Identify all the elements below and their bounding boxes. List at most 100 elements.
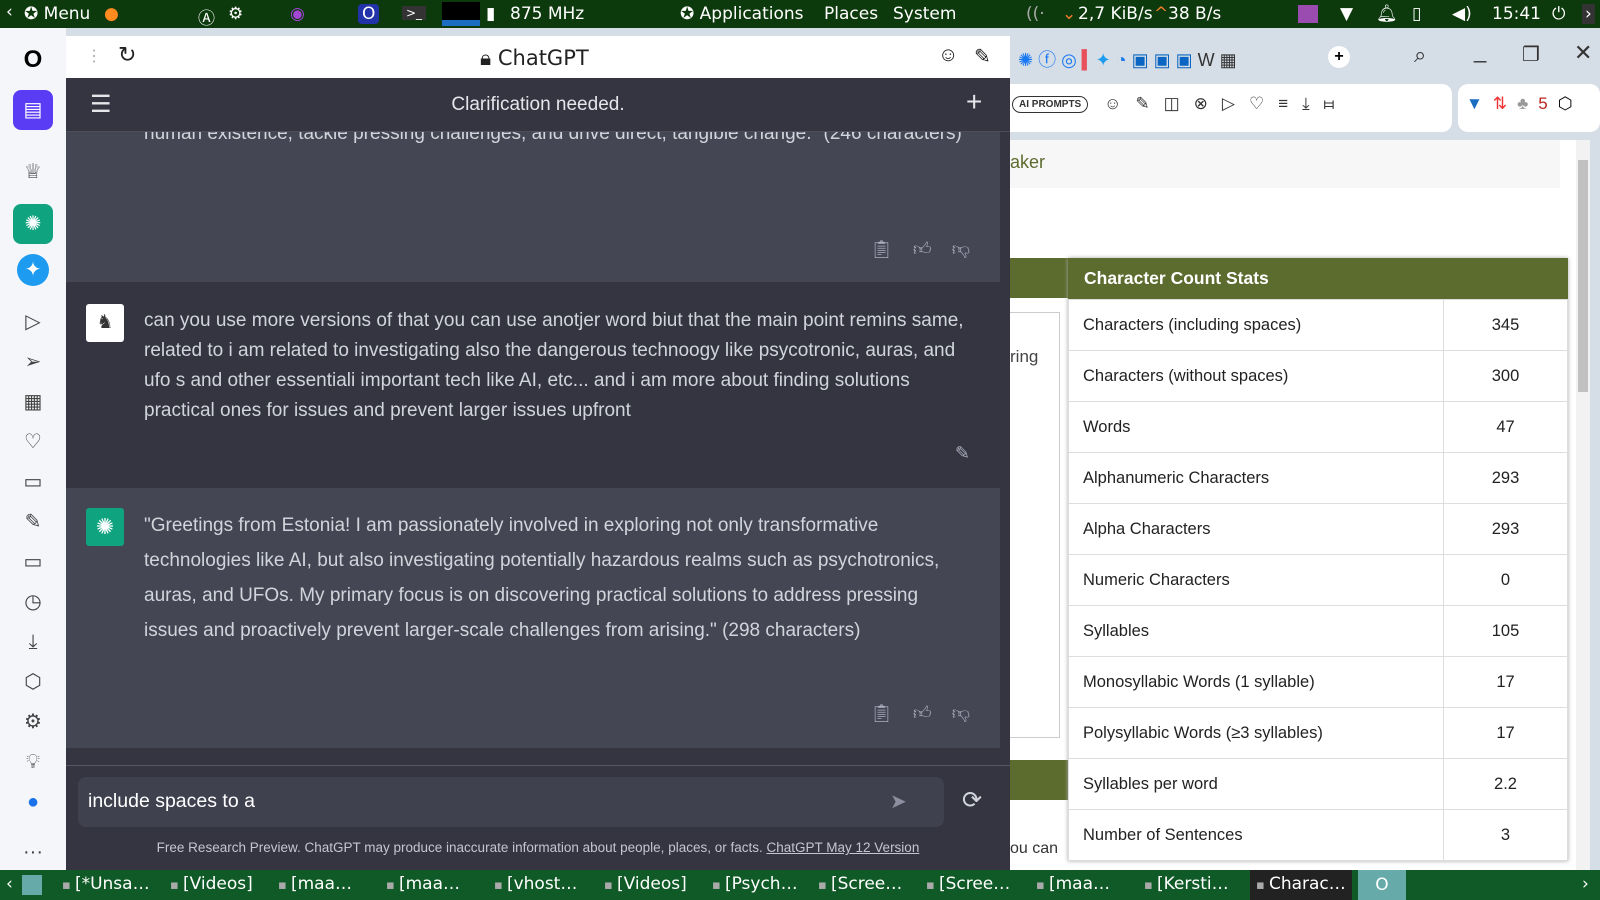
audio-recorder-icon[interactable] — [1298, 5, 1318, 23]
terminal-icon[interactable]: >_ — [402, 6, 427, 20]
speed-dial-icons[interactable]: ✺ ⓕ ◎ ▍✦ ◔ ▣ ▣ ▣ W ▦ — [1018, 46, 1237, 72]
drag-handle-icon[interactable]: ⋮ — [86, 46, 102, 66]
net-down-speed: 2,7 KiB/s — [1078, 4, 1153, 24]
text-input-area[interactable]: ring — [1010, 312, 1060, 738]
search-tabs-icon[interactable]: ⌕ — [1414, 42, 1426, 68]
taskbar-item[interactable]: ▪ [Scree… — [926, 874, 1010, 894]
thumbs-down-icon[interactable]: 👎︎ — [952, 696, 970, 731]
extension-icons[interactable]: ☺✎◫⊗▷♡≡⤓⧦ — [1104, 94, 1348, 114]
lightbulb-icon[interactable]: 💡︎ — [17, 746, 49, 778]
cube-icon[interactable]: ⬡ — [17, 666, 49, 698]
copy-icon[interactable]: 📋︎ — [870, 234, 893, 264]
firefox-icon[interactable]: ● — [104, 4, 119, 24]
page-scrollbar[interactable] — [1576, 140, 1590, 870]
menu-button[interactable]: ✪ Menu — [24, 4, 90, 24]
power-icon[interactable]: ⏻ — [1552, 4, 1565, 24]
chat-bubble-icon[interactable]: ● — [17, 786, 49, 818]
add-tab-button[interactable]: + — [1328, 46, 1350, 68]
tabs-icon[interactable]: ▭ — [17, 546, 49, 578]
twitter-icon[interactable]: ✦ — [17, 254, 49, 286]
apps-icon[interactable]: ▦ — [17, 386, 49, 418]
heart-icon[interactable]: ♡ — [17, 426, 49, 458]
version-link[interactable]: ChatGPT May 12 Version — [767, 840, 920, 855]
taskbar-item-label: [Psych… — [724, 874, 798, 894]
tab-title: ChatGPT — [497, 46, 589, 70]
accessibility-icon[interactable]: Ⓐ — [198, 4, 215, 29]
pin-icon[interactable]: ✎ — [974, 44, 991, 69]
history-icon[interactable]: ◷ — [17, 586, 49, 618]
stat-label: Alphanumeric Characters — [1068, 452, 1444, 504]
taskbar-item[interactable]: ▪ [*Unsa… — [62, 874, 150, 894]
more-icon[interactable]: ··· — [17, 836, 49, 868]
taskbar-item[interactable]: ▪ [maa… — [386, 874, 460, 894]
taskbar-item[interactable]: ▪ Charac… — [1250, 870, 1352, 900]
edit-icon[interactable]: ✎ — [17, 506, 49, 538]
wifi-signal-icon: ((· — [1026, 4, 1045, 24]
app-icon: ▪ — [386, 878, 399, 893]
reload-icon[interactable]: ↻ — [118, 42, 136, 68]
regenerate-icon[interactable]: ⟳ — [962, 786, 982, 815]
stats-row: Polysyllabic Words (≥3 syllables) 17 — [1068, 707, 1568, 759]
taskbar-item[interactable]: ▪ [maa… — [1036, 874, 1110, 894]
opera-logo-icon[interactable]: O — [17, 44, 49, 76]
opera-icon[interactable]: O — [358, 4, 380, 24]
edit-message-icon[interactable]: ✎ — [955, 438, 970, 468]
thumbs-down-icon[interactable]: 👎︎ — [952, 234, 970, 264]
places-menu[interactable]: Places — [824, 4, 878, 24]
copy-icon[interactable]: 📋︎ — [870, 696, 893, 731]
pinned-extension-icons[interactable]: ▼⇅♣5⬡ — [1466, 94, 1583, 114]
taskbar-item[interactable]: ▪ [Kersti… — [1144, 874, 1229, 894]
taskbar-item[interactable]: ▪ [Videos] — [604, 874, 687, 894]
extensions-bar: AI PROMPTS ☺✎◫⊗▷♡≡⤓⧦ — [1010, 84, 1452, 132]
wifi-icon[interactable]: ▼ — [1340, 4, 1353, 24]
downloads-icon[interactable]: ⤓ — [17, 626, 49, 658]
send-icon[interactable]: ➤ — [890, 789, 907, 814]
battery-icon[interactable]: ▯ — [1412, 4, 1421, 24]
thumbs-up-icon[interactable]: 👍︎ — [913, 696, 932, 731]
restore-button[interactable]: ❐ — [1522, 42, 1540, 67]
news-icon[interactable]: ▭ — [17, 466, 49, 498]
volume-icon[interactable]: ◀) — [1452, 4, 1472, 24]
taskbar-item[interactable]: ▪ [Psych… — [712, 874, 798, 894]
opera-taskbar-button[interactable]: O — [1358, 870, 1406, 900]
send-icon[interactable]: ➢ — [17, 346, 49, 378]
tor-icon[interactable]: ◉ — [290, 4, 305, 24]
settings-icon[interactable]: ⚙ — [17, 706, 49, 738]
close-window-button[interactable]: ✕ — [1574, 40, 1592, 66]
ai-prompts-button[interactable]: AI PROMPTS — [1012, 96, 1089, 113]
clock[interactable]: 15:41 — [1492, 4, 1541, 24]
reader-icon[interactable]: ▤ — [13, 90, 53, 130]
user-avatar: ♞ — [86, 304, 124, 342]
taskbar-right-arrow[interactable]: › — [1582, 874, 1589, 894]
emoji-icon[interactable]: ☺ — [938, 44, 958, 67]
stats-row: Syllables per word 2.2 — [1068, 758, 1568, 810]
download-arrow-icon: ⌄ — [1062, 4, 1077, 24]
stat-value: 47 — [1443, 401, 1568, 453]
thumbs-up-icon[interactable]: 👍︎ — [913, 234, 932, 264]
taskbar-item-label: Charac… — [1268, 874, 1346, 894]
show-desktop-button[interactable] — [22, 875, 42, 895]
gears-icon[interactable]: ⚙ — [228, 4, 243, 24]
minimize-button[interactable]: _ — [1474, 38, 1486, 64]
crown-icon[interactable]: ♕ — [17, 156, 49, 188]
scrollbar-thumb[interactable] — [1578, 160, 1588, 392]
chatgpt-icon[interactable]: ✺ — [13, 204, 53, 244]
applications-menu[interactable]: ✪ Applications — [680, 4, 804, 24]
taskbar-item[interactable]: ▪ [Scree… — [818, 874, 902, 894]
stats-panel: Character Count Stats Characters (includ… — [1068, 258, 1568, 861]
new-chat-button[interactable]: + — [966, 86, 982, 118]
notifications-icon[interactable]: 🔔︎ — [1376, 4, 1398, 24]
input-text[interactable]: include spaces to a — [88, 790, 255, 813]
system-menu[interactable]: System — [893, 4, 956, 24]
taskbar-item[interactable]: ▪ [vhost… — [494, 874, 577, 894]
taskbar-item[interactable]: ▪ [maa… — [278, 874, 352, 894]
stats-row: Monosyllabic Words (1 syllable) 17 — [1068, 656, 1568, 708]
message-input[interactable]: include spaces to a ➤ — [78, 777, 944, 827]
disclaimer-text: Free Research Preview. ChatGPT may produ… — [156, 840, 763, 855]
taskbar-item[interactable]: ▪ [Videos] — [170, 874, 253, 894]
panel-right-arrow[interactable]: › — [1582, 4, 1595, 24]
stat-value: 293 — [1443, 503, 1568, 555]
taskbar-left-arrow[interactable]: ‹ — [6, 874, 13, 894]
panel-left-arrow[interactable]: ‹ — [6, 2, 13, 22]
player-icon[interactable]: ▷ — [17, 306, 49, 338]
